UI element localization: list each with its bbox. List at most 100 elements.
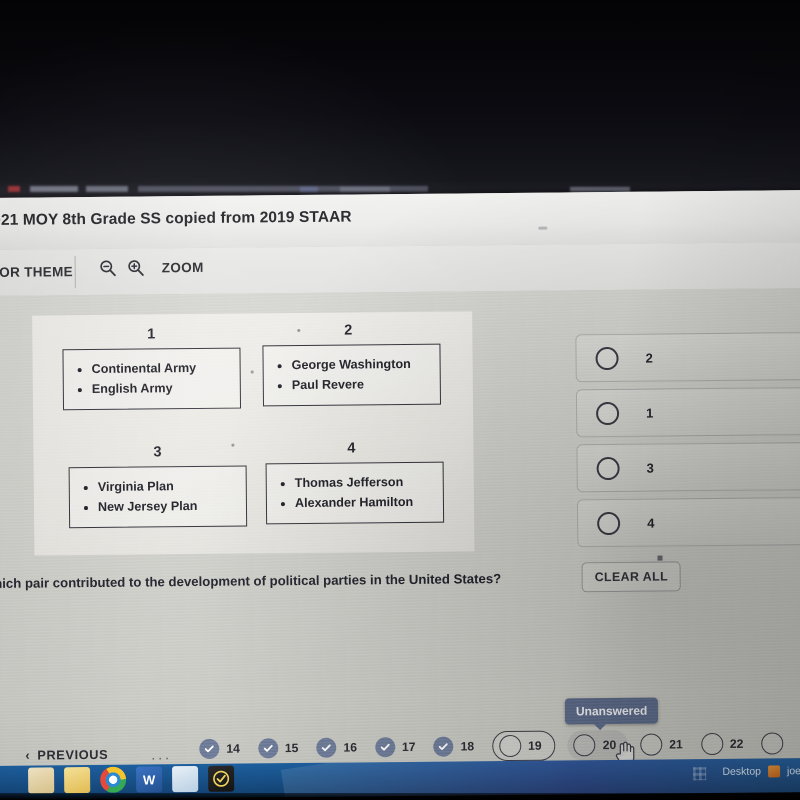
toolbar-divider <box>74 256 76 289</box>
answer-choice-option[interactable]: 4 <box>576 496 800 548</box>
question-nav-item-15[interactable]: 15 <box>257 738 299 759</box>
pair-item: Thomas Jefferson <box>295 472 433 494</box>
pair-box: Continental Army English Army <box>62 347 242 411</box>
answer-choice-option[interactable]: 2 <box>575 331 800 383</box>
pair-group-4: 4 Thomas Jefferson Alexander Hamilton <box>265 440 445 525</box>
question-nav-item-22[interactable]: 22 <box>700 732 744 756</box>
pair-number: 3 <box>153 444 162 461</box>
radio-button-icon[interactable] <box>595 401 620 425</box>
taskbar-grid-icon[interactable] <box>693 767 707 781</box>
question-nav-item-18[interactable]: 18 <box>433 736 475 757</box>
question-number: 22 <box>729 736 744 751</box>
question-nav-item-17[interactable]: 17 <box>374 737 416 758</box>
question-nav-item-20-hovered[interactable]: 20 <box>567 729 629 761</box>
pair-item: George Washington <box>292 354 430 376</box>
pair-number: 4 <box>347 440 356 457</box>
pair-group-1: 1 Continental Army English Army <box>62 326 242 411</box>
notes-icon[interactable] <box>172 765 199 793</box>
empty-circle-icon <box>761 732 784 755</box>
answer-choice-label: 4 <box>647 515 655 531</box>
empty-circle-icon <box>573 734 596 757</box>
previous-label: PREVIOUS <box>37 746 109 763</box>
answer-choice-label: 1 <box>646 405 654 421</box>
pair-box: George Washington Paul Revere <box>262 343 442 407</box>
question-number: 18 <box>460 739 475 754</box>
pair-item: Paul Revere <box>292 374 430 396</box>
question-nav-item-21[interactable]: 21 <box>640 733 683 756</box>
folder-icon[interactable] <box>64 767 91 794</box>
question-number: 20 <box>602 737 617 753</box>
magnifier-minus-icon[interactable] <box>99 259 118 278</box>
user-label[interactable]: joe je <box>787 765 800 777</box>
question-number: 17 <box>401 739 416 755</box>
title-bar: 021 MOY 8th Grade SS copied from 2019 ST… <box>0 190 800 251</box>
question-nav-item-next[interactable] <box>761 732 790 755</box>
answer-choice-option[interactable]: 1 <box>575 386 800 438</box>
image-speck <box>231 443 235 447</box>
chevron-left-icon: ‹ <box>25 747 31 763</box>
page-title: 021 MOY 8th Grade SS copied from 2019 ST… <box>0 208 352 229</box>
taskbar-right-tray: Desktop joe je <box>722 765 800 778</box>
check-circle-icon <box>374 737 396 758</box>
stimulus-image: 1 Continental Army English Army 2 George… <box>32 311 475 556</box>
image-speck <box>297 328 301 333</box>
check-circle-icon <box>199 738 220 759</box>
monitor-bezel-top <box>0 0 800 205</box>
previous-button[interactable]: ‹ PREVIOUS <box>25 747 108 763</box>
color-theme-button[interactable]: LOR THEME <box>0 264 73 280</box>
clear-all-marker <box>657 555 663 561</box>
radio-button-icon[interactable] <box>597 511 621 535</box>
question-nav-item-14[interactable]: 14 <box>199 738 240 759</box>
answer-choice-label: 3 <box>646 460 654 476</box>
security-check-icon[interactable] <box>208 765 235 792</box>
radio-button-icon[interactable] <box>595 346 619 370</box>
pair-item: Virginia Plan <box>98 476 236 498</box>
file-explorer-icon[interactable] <box>28 767 55 794</box>
question-number: 15 <box>284 741 299 756</box>
pair-box: Thomas Jefferson Alexander Hamilton <box>265 461 445 525</box>
photo-of-screen: 021 MOY 8th Grade SS copied from 2019 ST… <box>0 0 800 800</box>
pair-group-2: 2 George Washington Paul Revere <box>262 322 442 407</box>
zoom-controls: ZOOM <box>99 258 204 278</box>
pair-item: Alexander Hamilton <box>295 492 433 514</box>
chrome-icon[interactable] <box>100 766 127 793</box>
image-speck <box>250 370 254 374</box>
desktop-label[interactable]: Desktop <box>722 766 761 778</box>
answer-choice-label: 2 <box>645 350 653 366</box>
taskbar-icon-list: W <box>28 765 235 794</box>
check-circle-icon <box>257 738 278 759</box>
pair-item: English Army <box>92 378 230 400</box>
pair-number: 1 <box>147 326 156 343</box>
question-number: 21 <box>669 737 683 752</box>
question-number: 14 <box>226 741 240 756</box>
title-bar-marker <box>538 226 548 230</box>
question-text: Which pair contributed to the developmen… <box>0 571 502 592</box>
unanswered-tooltip: Unanswered <box>564 697 659 725</box>
application-screen: 021 MOY 8th Grade SS copied from 2019 ST… <box>0 190 800 778</box>
photo-bottom-edge <box>0 793 800 800</box>
user-app-icon[interactable] <box>767 765 781 778</box>
empty-circle-icon <box>640 733 663 756</box>
pair-item: Continental Army <box>92 358 230 380</box>
question-nav-item-16[interactable]: 16 <box>316 737 358 758</box>
answer-choices: 2 1 3 4 <box>575 331 800 555</box>
question-number: 16 <box>343 740 358 755</box>
answer-choice-option[interactable]: 3 <box>576 441 800 493</box>
nav-ellipsis[interactable]: ... <box>151 746 172 762</box>
question-nav-item-19-current[interactable]: 19 <box>491 730 556 762</box>
empty-circle-icon <box>498 734 522 758</box>
pair-box: Virginia Plan New Jersey Plan <box>68 465 248 528</box>
word-icon[interactable]: W <box>136 766 163 793</box>
pair-item: New Jersey Plan <box>98 496 236 518</box>
magnifier-plus-icon[interactable] <box>127 258 146 277</box>
check-circle-icon <box>433 736 454 757</box>
pair-number: 2 <box>344 322 353 339</box>
empty-circle-icon <box>700 732 723 756</box>
check-circle-icon <box>316 737 337 758</box>
clear-all-button[interactable]: CLEAR ALL <box>581 561 682 593</box>
zoom-label: ZOOM <box>161 259 204 276</box>
question-number: 19 <box>528 738 542 753</box>
pair-group-3: 3 Virginia Plan New Jersey Plan <box>68 444 248 528</box>
radio-button-icon[interactable] <box>596 456 620 480</box>
question-workspace: 1 Continental Army English Army 2 George… <box>0 288 800 778</box>
